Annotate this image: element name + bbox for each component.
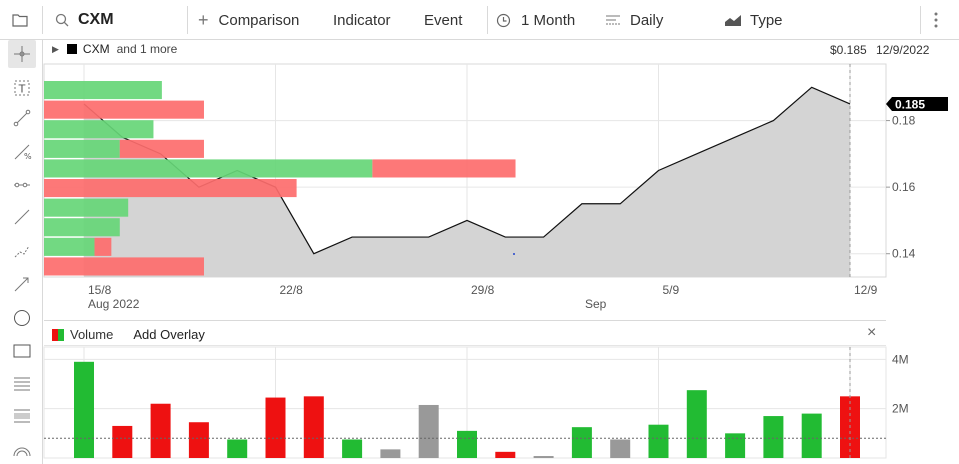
volume-profile-up-bar <box>44 120 154 139</box>
volume-bar <box>265 397 286 458</box>
volume-bar <box>457 430 477 458</box>
volume-profile-down-bar <box>44 179 297 198</box>
volume-tick-label: 2M <box>892 402 909 416</box>
volume-profile-up-bar <box>44 218 120 237</box>
x-tick-label: 5/9 <box>663 283 680 297</box>
price-chart[interactable]: 0.14 0.16 0.18 0.185 15/8 22/8 29/8 5/9 12/9 Aug … <box>0 0 959 464</box>
volume-profile-down-bar <box>372 159 516 178</box>
volume-profile-up-bar <box>44 237 95 256</box>
volume-bar <box>725 433 746 458</box>
volume-bar <box>112 425 133 458</box>
volume-bar <box>418 404 439 458</box>
volume-bar <box>74 361 94 458</box>
volume-bar <box>495 451 516 458</box>
x-subtick-label: Aug 2022 <box>88 297 140 311</box>
volume-profile-down-bar <box>94 237 112 256</box>
data-marker <box>513 253 515 255</box>
volume-profile-up-bar <box>44 159 373 178</box>
volume-bar <box>342 439 363 458</box>
y-tick-label: 0.16 <box>892 180 916 194</box>
x-tick-label: 22/8 <box>280 283 304 297</box>
volume-bar <box>610 439 631 458</box>
x-tick-label: 15/8 <box>88 283 112 297</box>
x-tick-label: 29/8 <box>471 283 495 297</box>
volume-bar <box>763 416 784 458</box>
volume-bar <box>303 396 324 458</box>
volume-profile-up-bar <box>44 139 120 158</box>
volume-profile-down-bar <box>44 257 204 276</box>
y-tick-label: 0.18 <box>892 114 916 128</box>
volume-bar <box>571 427 592 458</box>
volume-profile-down-bar <box>119 139 204 158</box>
volume-bar <box>188 422 209 458</box>
volume-bar <box>150 403 171 458</box>
volume-profile-up-bar <box>44 81 162 100</box>
volume-bar <box>380 449 401 458</box>
last-price-label: 0.185 <box>895 97 925 111</box>
x-subtick-label: Sep <box>585 297 607 311</box>
y-tick-label: 0.14 <box>892 247 916 261</box>
volume-bar <box>686 390 707 458</box>
volume-profile-down-bar <box>44 100 204 119</box>
x-tick-label: 12/9 <box>854 283 878 297</box>
volume-bar <box>801 413 822 458</box>
volume-bar <box>227 439 248 458</box>
volume-profile-up-bar <box>44 198 129 217</box>
volume-tick-label: 4M <box>892 352 909 366</box>
volume-bar <box>533 456 554 458</box>
volume-bar <box>648 424 669 458</box>
